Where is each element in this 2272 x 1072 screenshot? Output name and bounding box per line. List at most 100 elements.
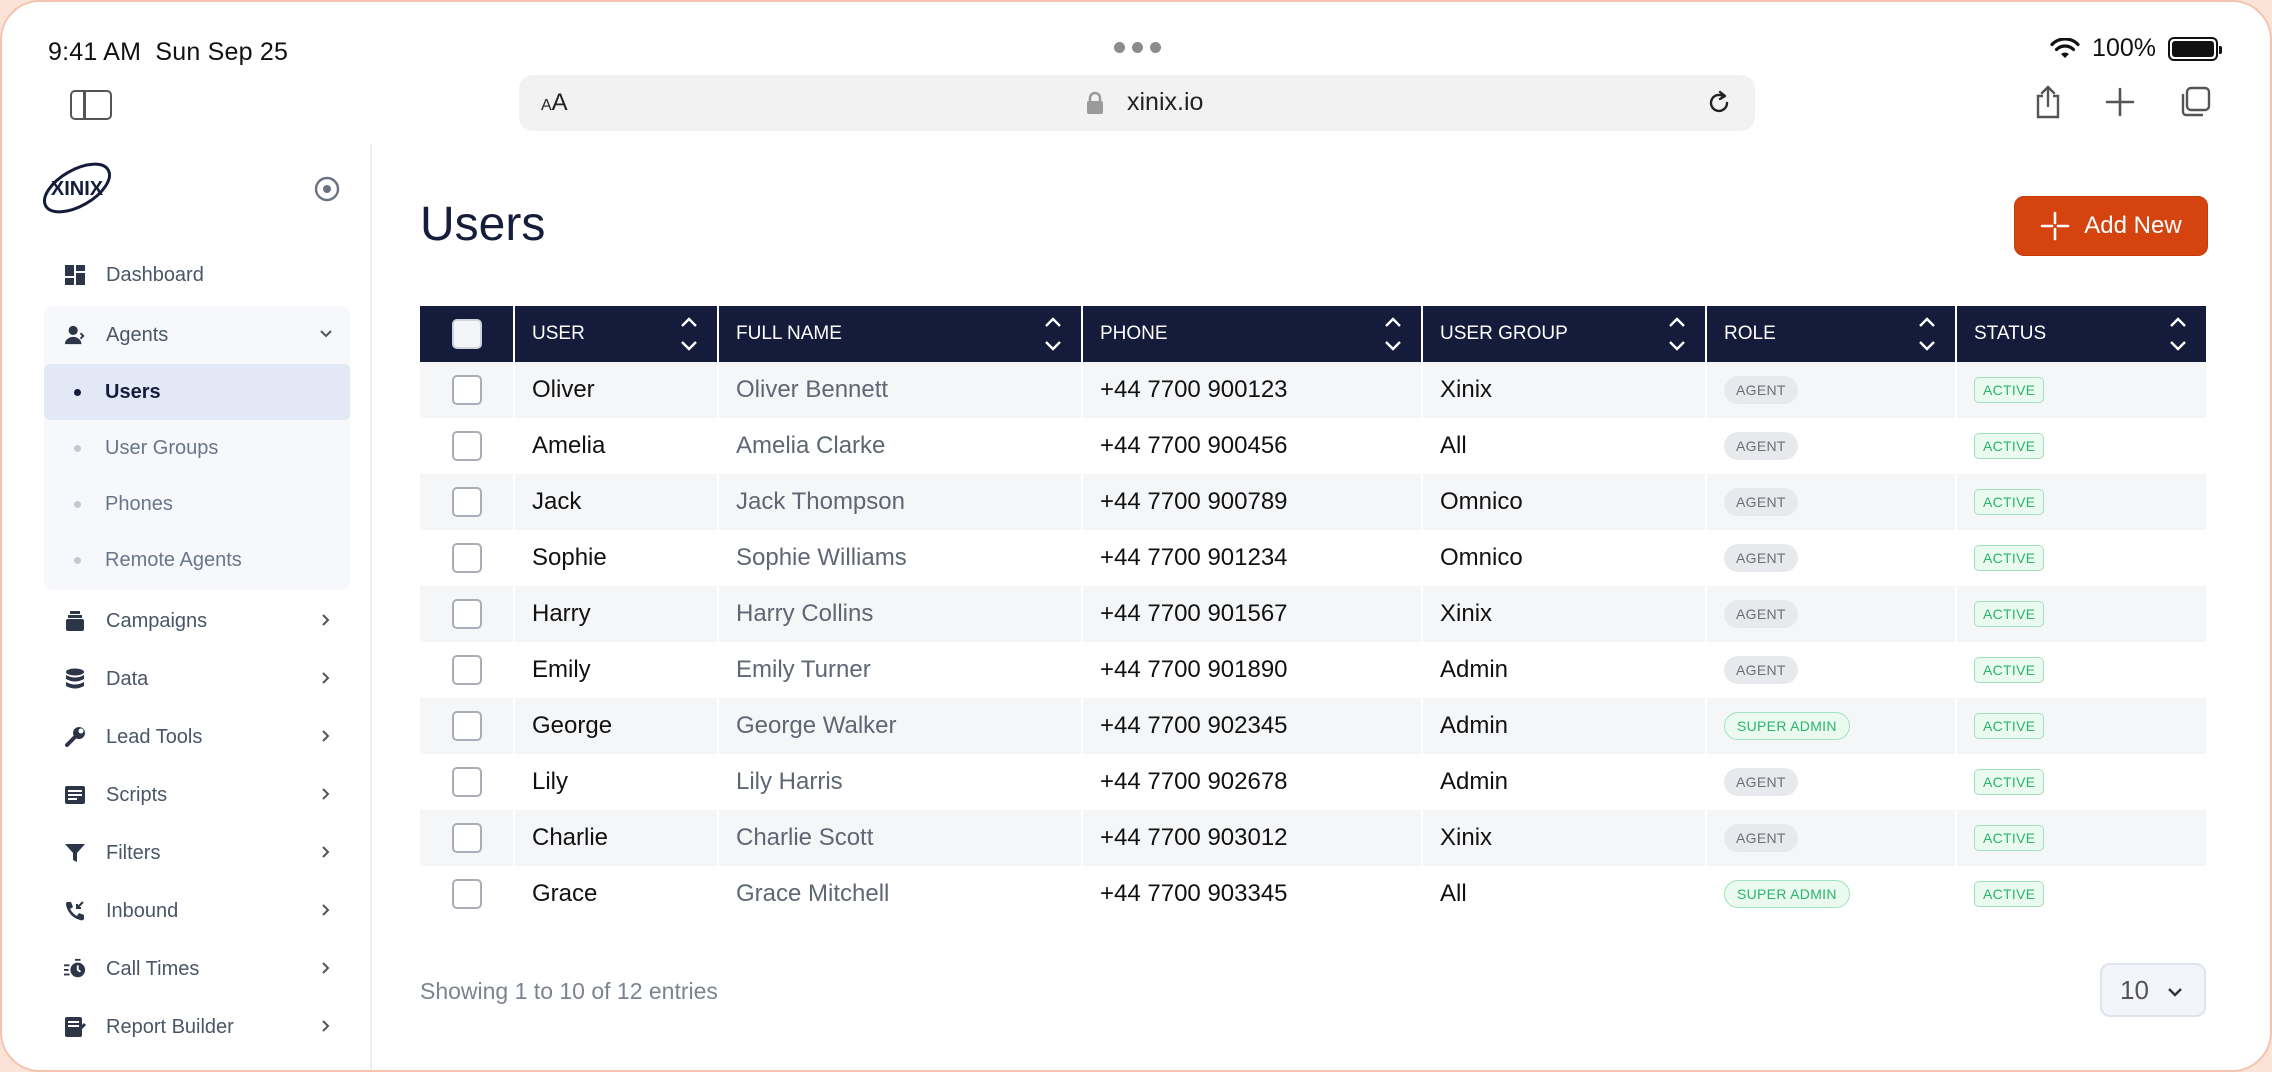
column-header-full-name[interactable]: FULL NAME [719,306,1083,362]
sidebar-item-user-groups[interactable]: User Groups [44,420,350,476]
sidebar-item-lead-tools[interactable]: Lead Tools [44,708,350,766]
sidebar-item-label: Dashboard [106,263,204,286]
cell-full-name: Jack Thompson [719,474,1083,530]
sort-icon[interactable] [1917,313,1937,355]
cell-status: ACTIVE [1957,642,2206,698]
sort-icon[interactable] [2168,313,2188,355]
table-row[interactable]: Oliver Oliver Bennett +44 7700 900123 Xinix… [420,362,2206,418]
row-checkbox[interactable] [451,487,482,517]
cell-full-name: George Walker [719,698,1083,754]
user-text: Jack [532,488,582,515]
row-checkbox[interactable] [451,879,482,909]
cell-status: ACTIVE [1957,754,2206,810]
text-size-button[interactable]: AA [541,89,568,117]
cell-phone: +44 7700 900123 [1083,362,1423,418]
sidebar-item-report-builder[interactable]: Report Builder [44,998,350,1056]
row-checkbox[interactable] [451,599,482,629]
cell-user: Grace [515,866,719,922]
sidebar-item-label: Inbound [106,899,179,922]
sidebar-item-inbound[interactable]: Inbound [44,882,350,940]
sidebar-item-remote-agents[interactable]: Remote Agents [44,532,350,588]
sort-icon[interactable] [1043,313,1063,355]
cell-role: AGENT [1707,642,1957,698]
sort-icon[interactable] [1383,313,1403,355]
sort-icon[interactable] [1667,313,1687,355]
chevron-right-icon [322,962,330,974]
user-text: Harry [532,600,591,627]
user-text: George [532,712,613,739]
sidebar-item-label: Filters [106,841,161,864]
users-table: USER FULL NAME PHONE USER GROUP ROLE STA… [420,306,2206,922]
sidebar-item-dashboard[interactable]: Dashboard [44,246,350,304]
url-bar[interactable]: AA xinix.io [519,75,1755,131]
chevron-right-icon [322,614,330,626]
page-size-select[interactable]: 10 [2100,963,2206,1017]
cell-role: AGENT [1707,754,1957,810]
cell-user-group: Xinix [1423,362,1707,418]
sidebar-item-phones[interactable]: Phones [44,476,350,532]
sidebar-item-scripts[interactable]: Scripts [44,766,350,824]
sidebar-item-data[interactable]: Data [44,650,350,708]
cell-status: ACTIVE [1957,530,2206,586]
reload-icon[interactable] [1705,89,1733,117]
add-new-button[interactable]: Add New [2014,196,2208,256]
cell-full-name: Harry Collins [719,586,1083,642]
sidebar-item-call-times[interactable]: Call Times [44,940,350,998]
cell-user-group: Omnico [1423,530,1707,586]
table-row[interactable]: Jack Jack Thompson +44 7700 900789 Omnico AG… [420,474,2206,530]
select-all-checkbox[interactable] [451,319,482,349]
role-badge: AGENT [1724,488,1798,516]
column-header-status[interactable]: STATUS [1957,306,2206,362]
table-row[interactable]: Lily Lily Harris +44 7700 902678 Admin AGENT… [420,754,2206,810]
column-header-user[interactable]: USER [515,306,719,362]
table-row[interactable]: Amelia Amelia Clarke +44 7700 900456 All AGE… [420,418,2206,474]
row-checkbox[interactable] [451,711,482,741]
table-row[interactable]: Harry Harry Collins +44 7700 901567 Xinix AG… [420,586,2206,642]
row-checkbox[interactable] [451,823,482,853]
multitasking-dots-icon[interactable] [1114,42,1161,53]
sidebar-item-label: Call Times [106,957,200,980]
full-name-text: Emily Turner [736,656,871,683]
sidebar-item-agents[interactable]: Agents [44,306,350,364]
cell-user: Emily [515,642,719,698]
sidebar-item-filters[interactable]: Filters [44,824,350,882]
cell-phone: +44 7700 901567 [1083,586,1423,642]
cell-full-name: Amelia Clarke [719,418,1083,474]
settings-circle-icon[interactable] [312,174,342,204]
xinix-logo[interactable]: XINIX [36,158,118,218]
table-row[interactable]: Grace Grace Mitchell +44 7700 903345 All SUP… [420,866,2206,922]
page-title: Users [420,198,546,251]
table-row[interactable]: Charlie Charlie Scott +44 7700 903012 Xinix… [420,810,2206,866]
row-checkbox[interactable] [451,431,482,461]
page-size-value: 10 [2120,974,2149,1005]
cell-full-name: Sophie Williams [719,530,1083,586]
cell-full-name: Lily Harris [719,754,1083,810]
table-row[interactable]: Emily Emily Turner +44 7700 901890 Admin AGE… [420,642,2206,698]
column-header-user-group[interactable]: USER GROUP [1423,306,1707,362]
tabs-overview-icon[interactable] [2178,85,2212,119]
cell-user-group: Omnico [1423,474,1707,530]
sidebar-item-users[interactable]: Users [44,364,350,420]
sidebar-item-campaigns[interactable]: Campaigns [44,592,350,650]
sidebar-toggle-icon[interactable] [70,90,112,120]
table-row[interactable]: Sophie Sophie Williams +44 7700 901234 Omni… [420,530,2206,586]
cell-full-name: Grace Mitchell [719,866,1083,922]
column-header-phone[interactable]: PHONE [1083,306,1423,362]
new-tab-icon[interactable] [2104,86,2136,118]
table-row[interactable]: George George Walker +44 7700 902345 Admin S… [420,698,2206,754]
full-name-text: Lily Harris [736,768,843,795]
user-group-text: All [1440,432,1467,459]
chevron-right-icon [322,846,330,858]
row-select-cell [420,810,515,866]
sort-icon[interactable] [679,313,699,355]
row-select-cell [420,586,515,642]
row-checkbox[interactable] [451,655,482,685]
share-icon[interactable] [2034,84,2062,120]
row-checkbox[interactable] [451,767,482,797]
column-header-role[interactable]: ROLE [1707,306,1957,362]
full-name-text: Oliver Bennett [736,376,889,403]
row-checkbox[interactable] [451,375,482,405]
status-badge: ACTIVE [1974,881,2045,907]
cell-user: Harry [515,586,719,642]
row-checkbox[interactable] [451,543,482,573]
